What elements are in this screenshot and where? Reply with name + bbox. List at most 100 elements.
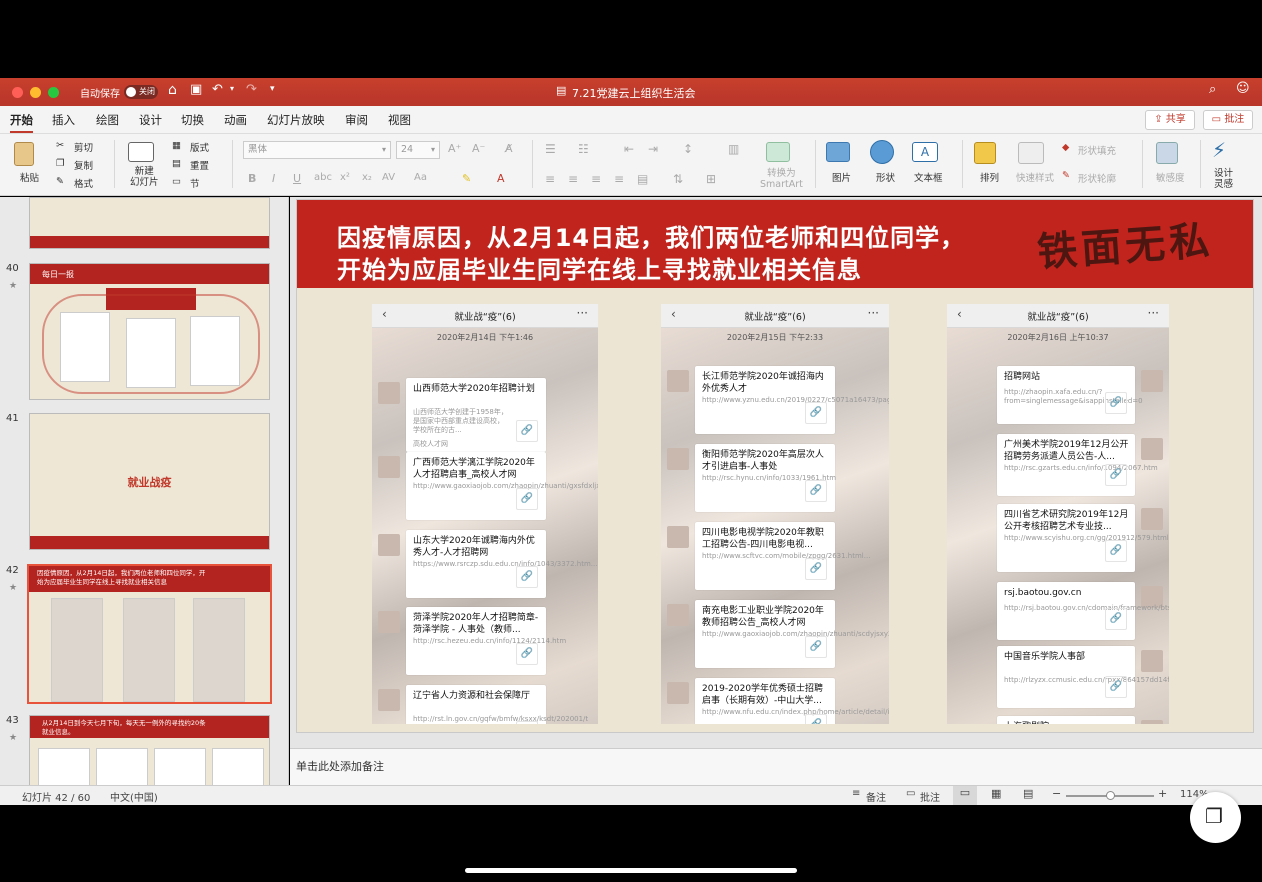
- language[interactable]: 中文(中国): [110, 789, 158, 804]
- tab-slideshow[interactable]: 幻灯片放映: [267, 112, 325, 128]
- save-icon[interactable]: ▣: [190, 82, 202, 97]
- section-button[interactable]: 节: [190, 176, 200, 190]
- superscript-icon[interactable]: x²: [340, 172, 350, 183]
- text-direction-icon[interactable]: ⇅: [673, 172, 683, 186]
- slide-thumbnail-42-selected[interactable]: 因疫情原因，从2月14日起，我们两位老师和四位同学，开始为应届毕业生同学在线上寻…: [27, 564, 272, 704]
- pen-icon[interactable]: ✎: [1062, 170, 1070, 181]
- layout-button[interactable]: 版式: [190, 140, 209, 154]
- minimize-window-icon[interactable]: [30, 87, 41, 98]
- picture-icon[interactable]: [826, 142, 850, 162]
- redo-icon[interactable]: ↷: [246, 82, 257, 97]
- sensitivity-icon[interactable]: [1156, 142, 1178, 164]
- justify-icon[interactable]: ≡: [614, 172, 624, 186]
- sensitivity-button[interactable]: 敏感度: [1156, 170, 1185, 184]
- designer-button[interactable]: 设计 灵感: [1214, 168, 1233, 190]
- home-indicator[interactable]: [465, 868, 797, 873]
- align-center-icon[interactable]: ≡: [568, 172, 578, 186]
- slide-thumbnail-pane[interactable]: 40 ★ 每日一报 41 就业战疫 42 ★ 因疫情原因，从2月14日起，我们两…: [0, 197, 289, 785]
- slide-sorter-icon[interactable]: ▦: [991, 787, 1001, 800]
- customize-toolbar-icon[interactable]: ▾: [270, 84, 275, 94]
- strikethrough-icon[interactable]: abc: [314, 172, 332, 183]
- zoom-in-icon[interactable]: +: [1158, 787, 1167, 800]
- account-icon[interactable]: ☺: [1236, 81, 1250, 96]
- autosave-toggle[interactable]: 关闭: [124, 85, 158, 99]
- picture-button[interactable]: 图片: [832, 170, 851, 184]
- convert-smartart-button[interactable]: 转换为 SmartArt: [760, 168, 803, 190]
- font-color-icon[interactable]: A: [497, 172, 505, 185]
- textbox-button[interactable]: 文本框: [914, 170, 943, 184]
- tab-insert[interactable]: 插入: [52, 112, 75, 128]
- tab-review[interactable]: 审阅: [345, 112, 368, 128]
- notes-placeholder[interactable]: 单击此处添加备注: [296, 758, 384, 774]
- textbox-icon[interactable]: A: [912, 142, 938, 162]
- align-left-icon[interactable]: ≡: [545, 172, 555, 186]
- slide-thumbnail-39[interactable]: [29, 197, 270, 249]
- format-painter-icon[interactable]: ✎: [56, 176, 64, 187]
- copy-icon[interactable]: ❐: [56, 158, 65, 169]
- change-case-icon[interactable]: Aa: [414, 172, 427, 183]
- shape-outline-button[interactable]: 形状轮廓: [1078, 171, 1116, 185]
- slide-title-banner[interactable]: 因疫情原因，从2月14日起，我们两位老师和四位同学， 开始为应届毕业生同学在线上…: [297, 200, 1253, 288]
- close-window-icon[interactable]: [12, 87, 23, 98]
- clear-format-icon[interactable]: A̸: [505, 142, 513, 155]
- tab-design[interactable]: 设计: [139, 112, 162, 128]
- reset-button[interactable]: 重置: [190, 158, 209, 172]
- shape-fill-button[interactable]: 形状填充: [1078, 143, 1116, 157]
- search-icon[interactable]: ⌕: [1209, 82, 1216, 97]
- designer-icon[interactable]: ⚡: [1212, 138, 1226, 162]
- shapes-icon[interactable]: [870, 140, 894, 164]
- decrease-indent-icon[interactable]: ⇤: [624, 142, 634, 156]
- tab-view[interactable]: 视图: [388, 112, 411, 128]
- normal-view-icon[interactable]: ▭: [953, 786, 977, 805]
- slide-thumbnail-43[interactable]: 从2月14日到今天七月下旬，每天无一例外的寻找约20条就业信息。: [29, 715, 270, 785]
- slide-thumbnail-41[interactable]: 就业战疫: [29, 413, 270, 550]
- notes-icon[interactable]: ≡: [852, 788, 860, 799]
- distribute-icon[interactable]: ▤: [637, 172, 648, 186]
- shape-button[interactable]: 形状: [876, 170, 895, 184]
- document-title[interactable]: 7.21党建云上组织生活会: [572, 85, 696, 101]
- undo-dropdown-icon[interactable]: ▾: [230, 84, 234, 93]
- notes-pane[interactable]: 单击此处添加备注: [290, 748, 1262, 785]
- columns-icon[interactable]: ▥: [728, 142, 739, 156]
- paste-icon[interactable]: [14, 142, 34, 166]
- section-icon[interactable]: ▭: [172, 176, 181, 187]
- underline-icon[interactable]: U: [293, 172, 301, 185]
- slide-42[interactable]: 因疫情原因，从2月14日起，我们两位老师和四位同学， 开始为应届毕业生同学在线上…: [296, 199, 1254, 733]
- tab-draw[interactable]: 绘图: [96, 112, 119, 128]
- cut-icon[interactable]: ✂: [56, 140, 64, 151]
- new-slide-button[interactable]: 新建 幻灯片: [130, 166, 159, 188]
- font-size-select[interactable]: 24 ▾: [396, 141, 440, 159]
- format-painter-button[interactable]: 格式: [74, 176, 93, 190]
- quick-styles-icon[interactable]: [1018, 142, 1044, 164]
- reading-view-icon[interactable]: ▤: [1023, 787, 1033, 800]
- zoom-slider-knob[interactable]: [1106, 791, 1115, 800]
- decrease-font-icon[interactable]: A⁻: [472, 142, 485, 155]
- new-slide-icon[interactable]: [128, 142, 154, 162]
- slide-title-line-1[interactable]: 因疫情原因，从2月14日起，我们两位老师和四位同学，: [337, 218, 965, 253]
- tab-home[interactable]: 开始: [10, 112, 33, 133]
- home-icon[interactable]: ⌂: [168, 82, 177, 98]
- share-button[interactable]: ⇪ 共享: [1145, 110, 1195, 130]
- maximize-window-icon[interactable]: [48, 87, 59, 98]
- arrange-icon[interactable]: [974, 142, 996, 164]
- notes-toggle[interactable]: 备注: [866, 789, 886, 804]
- quick-styles-button[interactable]: 快速样式: [1016, 170, 1054, 184]
- line-spacing-icon[interactable]: ↕: [683, 142, 693, 156]
- bullets-icon[interactable]: ☰: [545, 142, 556, 156]
- increase-font-icon[interactable]: A⁺: [448, 142, 461, 155]
- numbering-icon[interactable]: ☷: [578, 142, 589, 156]
- share-sheet-button[interactable]: ❐: [1190, 792, 1241, 843]
- italic-icon[interactable]: I: [272, 172, 275, 185]
- tab-animations[interactable]: 动画: [224, 112, 247, 128]
- reset-icon[interactable]: ▤: [172, 158, 181, 169]
- arrange-button[interactable]: 排列: [980, 170, 999, 184]
- comments-button[interactable]: ▭ 批注: [1203, 110, 1253, 130]
- align-text-icon[interactable]: ⊞: [706, 172, 716, 186]
- slide-title-line-2[interactable]: 开始为应届毕业生同学在线上寻找就业相关信息: [337, 250, 862, 285]
- increase-indent-icon[interactable]: ⇥: [648, 142, 658, 156]
- comments-icon[interactable]: ▭: [906, 788, 915, 799]
- subscript-icon[interactable]: x₂: [362, 172, 372, 183]
- align-right-icon[interactable]: ≡: [591, 172, 601, 186]
- slide-thumbnail-40[interactable]: 每日一报: [29, 263, 270, 400]
- copy-button[interactable]: 复制: [74, 158, 93, 172]
